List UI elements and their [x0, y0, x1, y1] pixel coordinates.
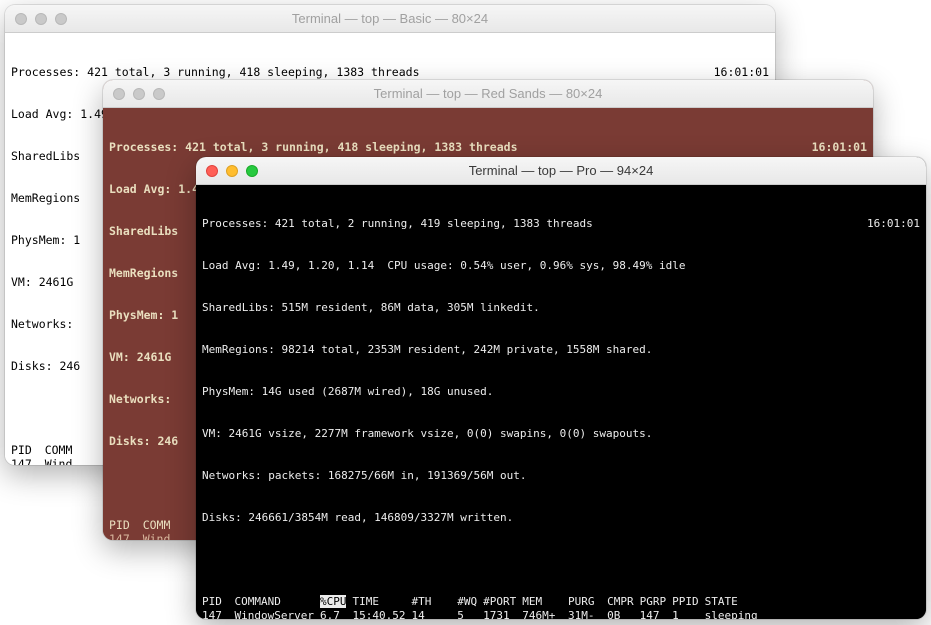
summary-line: PhysMem: 14G used (2687M wired), 18G unu… — [202, 385, 920, 399]
clock: 16:01:01 — [812, 140, 867, 154]
minimize-icon[interactable] — [35, 13, 47, 25]
summary-line: Processes: 421 total, 2 running, 419 sle… — [202, 217, 593, 231]
table-row: 147Wind — [109, 532, 176, 540]
minimize-icon[interactable] — [226, 165, 238, 177]
close-icon[interactable] — [206, 165, 218, 177]
summary-line: Load Avg: 1.49, 1.20, 1.14 CPU usage: 0.… — [202, 259, 920, 273]
table-header: PIDCOMM — [11, 443, 78, 457]
process-table: PID COMMAND %CPU TIME #TH #WQ #PORT MEM … — [202, 595, 764, 619]
titlebar[interactable]: Terminal — top — Basic — 80×24 — [5, 5, 775, 33]
window-title: Terminal — top — Pro — 94×24 — [206, 163, 916, 178]
titlebar[interactable]: Terminal — top — Red Sands — 80×24 — [103, 80, 873, 108]
summary-line: Networks: packets: 168275/66M in, 191369… — [202, 469, 920, 483]
maximize-icon[interactable] — [153, 88, 165, 100]
traffic-lights — [15, 13, 67, 25]
window-title: Terminal — top — Basic — 80×24 — [15, 11, 765, 26]
table-row: 147WindowServer6.715:40.521451731746M+31… — [202, 609, 764, 619]
table-header: PIDCOMM — [109, 518, 176, 532]
table-header: PID COMMAND %CPU TIME #TH #WQ #PORT MEM … — [202, 595, 764, 609]
summary-line: Processes: 421 total, 3 running, 418 sle… — [11, 65, 420, 79]
maximize-icon[interactable] — [246, 165, 258, 177]
process-table: PIDCOMM 147Wind 3724top 3725top 3723top … — [109, 518, 176, 540]
terminal-window-pro[interactable]: Terminal — top — Pro — 94×24 Processes: … — [196, 157, 926, 619]
sort-column-cpu: %CPU — [320, 595, 347, 608]
terminal-content[interactable]: Processes: 421 total, 2 running, 419 sle… — [196, 185, 926, 619]
close-icon[interactable] — [15, 13, 27, 25]
clock: 16:01:01 — [867, 217, 920, 231]
summary-line: Processes: 421 total, 3 running, 418 sle… — [109, 140, 518, 154]
summary-line: SharedLibs: 515M resident, 86M data, 305… — [202, 301, 920, 315]
maximize-icon[interactable] — [55, 13, 67, 25]
traffic-lights — [206, 165, 258, 177]
table-row: 147Wind — [11, 457, 78, 465]
summary-line: VM: 2461G vsize, 2277M framework vsize, … — [202, 427, 920, 441]
summary-line: MemRegions: 98214 total, 2353M resident,… — [202, 343, 920, 357]
close-icon[interactable] — [113, 88, 125, 100]
process-table: PIDCOMM 147Wind 3724top 3725top 3723top … — [11, 443, 78, 465]
window-title: Terminal — top — Red Sands — 80×24 — [113, 86, 863, 101]
titlebar[interactable]: Terminal — top — Pro — 94×24 — [196, 157, 926, 185]
clock: 16:01:01 — [714, 65, 769, 79]
summary-line: Disks: 246661/3854M read, 146809/3327M w… — [202, 511, 920, 525]
traffic-lights — [113, 88, 165, 100]
minimize-icon[interactable] — [133, 88, 145, 100]
